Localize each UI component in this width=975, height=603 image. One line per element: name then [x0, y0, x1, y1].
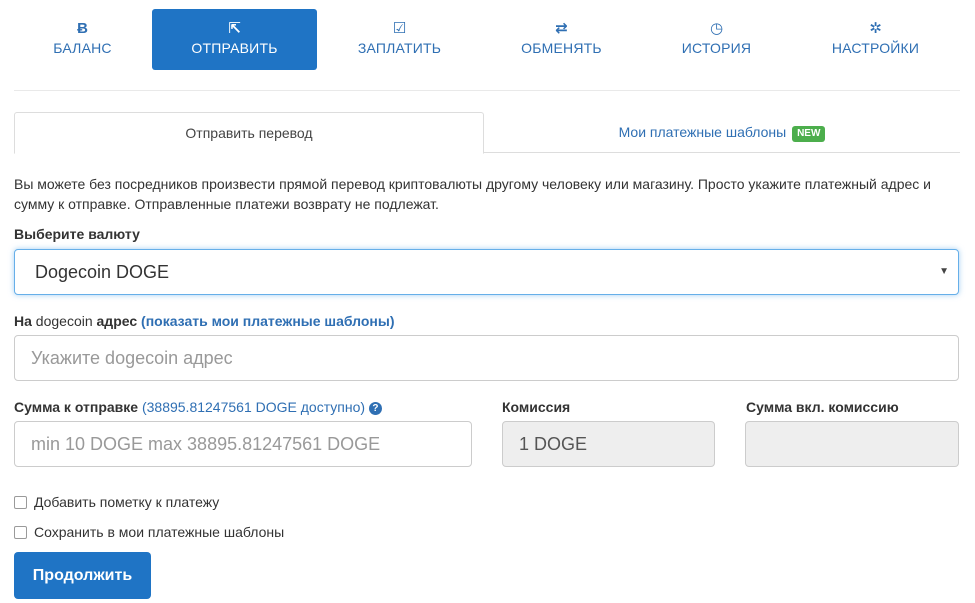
tab-payment-templates-label: Мои платежные шаблоны [618, 124, 787, 140]
currency-select[interactable]: Dogecoin DOGE ▼ [14, 249, 959, 295]
address-label-coin: dogecoin [35, 313, 93, 329]
caret-down-icon: ▼ [939, 266, 949, 277]
tab-send-transfer-label: Отправить перевод [185, 125, 313, 141]
nav-settings[interactable]: ✲ НАСТРОЙКИ [793, 9, 958, 70]
nav-balance-label: БАЛАНС [53, 40, 112, 56]
save-template-option[interactable]: Сохранить в мои платежные шаблоны [14, 524, 284, 540]
nav-divider [14, 90, 960, 91]
add-note-checkbox[interactable] [14, 496, 27, 509]
nav-exchange-label: ОБМЕНЯТЬ [521, 40, 602, 56]
commission-label: Комиссия [502, 399, 571, 415]
nav-exchange[interactable]: ⇄ ОБМЕНЯТЬ [479, 9, 644, 70]
nav-pay[interactable]: ☑ ЗАПЛАТИТЬ [317, 9, 482, 70]
show-templates-link[interactable]: (показать мои платежные шаблоны) [141, 313, 394, 329]
nav-pay-label: ЗАПЛАТИТЬ [357, 40, 442, 56]
question-circle-icon[interactable]: ? [368, 402, 382, 415]
save-template-checkbox[interactable] [14, 526, 27, 539]
new-badge: NEW [792, 126, 826, 142]
nav-history[interactable]: ◷ ИСТОРИЯ [634, 9, 799, 70]
address-label: На dogecoin адрес (показать мои платежны… [14, 313, 395, 329]
gear-icon: ✲ [869, 20, 882, 37]
exchange-icon: ⇄ [555, 20, 568, 37]
top-navigation: Ƀ БАЛАНС ⇱ ОТПРАВИТЬ ☑ ЗАПЛАТИТЬ ⇄ ОБМЕН… [0, 0, 975, 92]
amount-label-text: Сумма к отправке [14, 399, 139, 415]
tab-payment-templates[interactable]: Мои платежные шаблоны NEW [484, 112, 960, 153]
amount-input[interactable]: min 10 DOGE max 38895.81247561 DOGE [14, 421, 472, 467]
nav-history-label: ИСТОРИЯ [681, 40, 752, 56]
commission-field: 1 DOGE [502, 421, 715, 467]
total-label: Сумма вкл. комиссию [746, 399, 899, 415]
nav-settings-label: НАСТРОЙКИ [831, 40, 920, 56]
tab-send-transfer[interactable]: Отправить перевод [14, 112, 484, 154]
amount-available: (38895.81247561 DOGE доступно) [141, 399, 366, 415]
nav-balance[interactable]: Ƀ БАЛАНС [0, 9, 165, 70]
check-square-icon: ☑ [392, 20, 407, 37]
bitcoin-icon: Ƀ [77, 20, 88, 37]
send-icon: ⇱ [228, 20, 241, 37]
address-input[interactable]: Укажите dogecoin адрес [14, 335, 959, 381]
continue-button[interactable]: Продолжить [14, 552, 151, 599]
transfer-description: Вы можете без посредников произвести пря… [14, 176, 931, 212]
address-label-suffix: адрес [96, 313, 138, 329]
currency-label: Выберите валюту [14, 226, 140, 242]
total-field [745, 421, 959, 467]
clock-icon: ◷ [709, 20, 724, 37]
currency-selected-value: Dogecoin DOGE [35, 262, 170, 282]
amount-label: Сумма к отправке (38895.81247561 DOGE до… [14, 399, 382, 415]
nav-send-label: ОТПРАВИТЬ [191, 40, 278, 56]
save-template-label: Сохранить в мои платежные шаблоны [34, 524, 285, 540]
add-note-label: Добавить пометку к платежу [34, 494, 220, 510]
nav-send[interactable]: ⇱ ОТПРАВИТЬ [152, 9, 317, 70]
transfer-tabs: Отправить перевод Мои платежные шаблоны … [14, 112, 960, 154]
add-note-option[interactable]: Добавить пометку к платежу [14, 494, 219, 510]
address-label-prefix: На [14, 313, 32, 329]
